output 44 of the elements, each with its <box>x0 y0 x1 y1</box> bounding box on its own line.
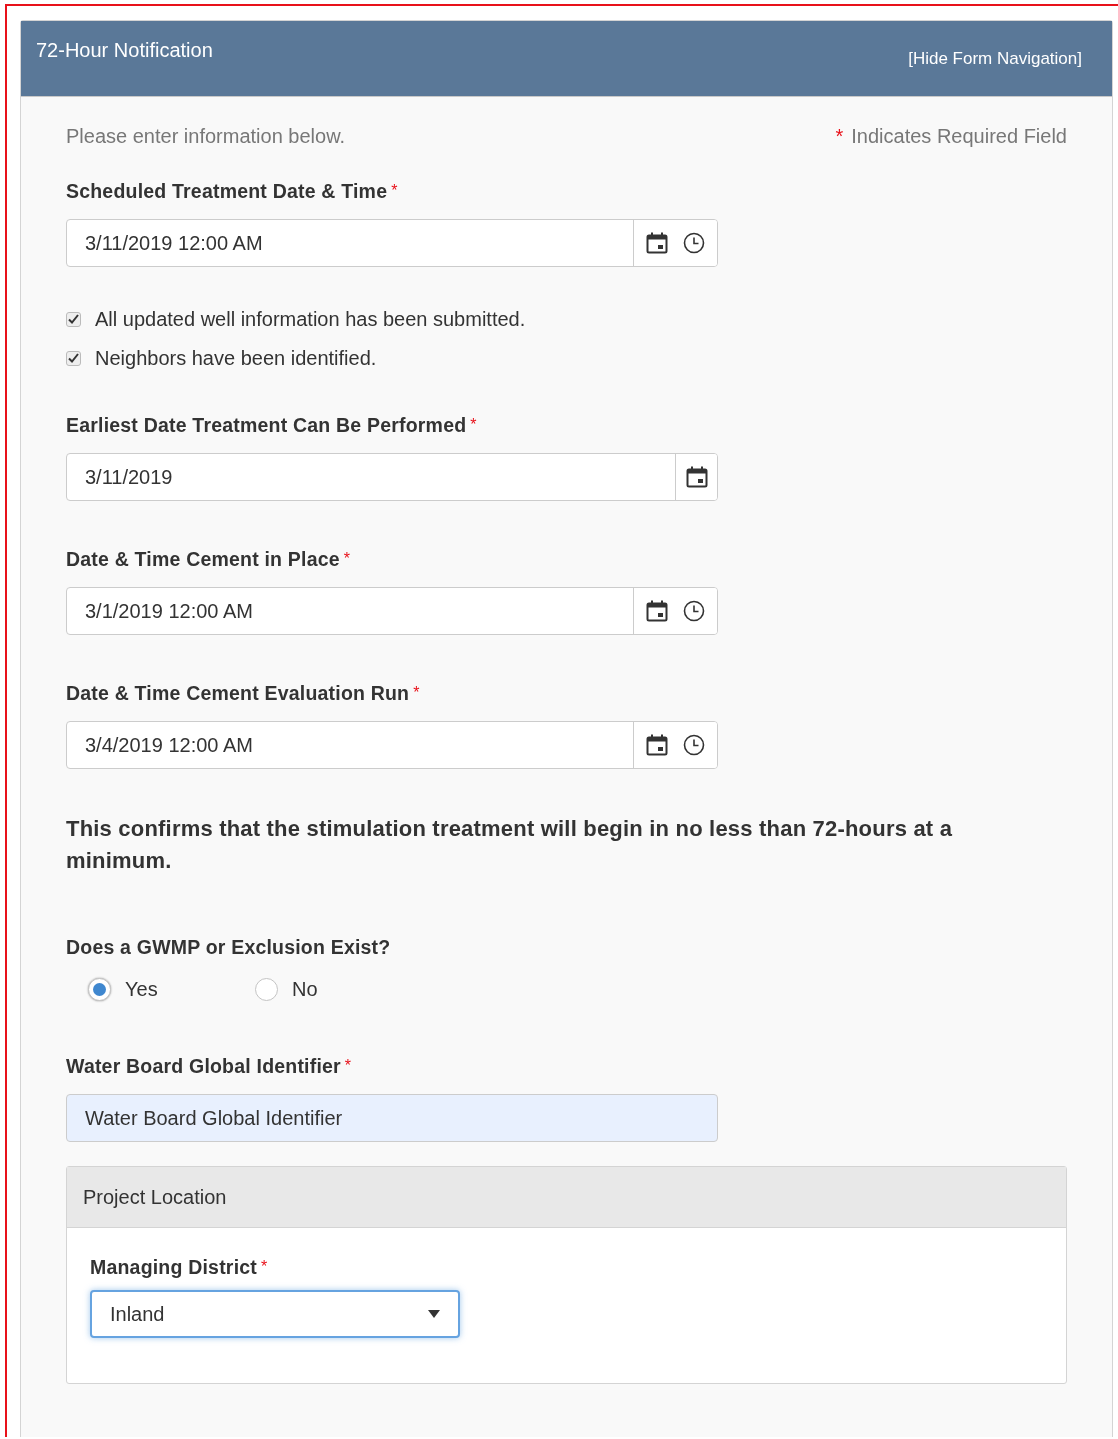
required-asterisk: * <box>343 549 351 569</box>
field-label: Earliest Date Treatment Can Be Performed <box>66 413 467 437</box>
field-label: Managing District <box>90 1255 257 1279</box>
field-label: Water Board Global Identifier <box>66 1054 341 1078</box>
required-asterisk: * <box>344 1056 352 1076</box>
checkmark-icon <box>68 353 79 363</box>
date-input-field[interactable]: 3/11/2019 <box>66 453 718 501</box>
field-label: Scheduled Treatment Date & Time <box>66 179 388 203</box>
radio-button[interactable] <box>88 977 111 1001</box>
field-label: Date & Time Cement Evaluation Run <box>66 681 410 705</box>
required-asterisk: * <box>470 415 477 435</box>
datetime-input-field[interactable]: 3/4/2019 12:00 AM <box>66 721 718 769</box>
caret-icon <box>428 1310 440 1318</box>
section-header: Project Location <box>67 1167 1066 1228</box>
datetime-input-field[interactable]: 3/1/2019 12:00 AM <box>66 587 718 635</box>
required-asterisk: * <box>391 181 398 201</box>
intro-text: Please enter information below. <box>66 124 346 149</box>
calendar-icon[interactable] <box>645 232 668 254</box>
calendar-icon[interactable] <box>645 734 668 756</box>
calendar-icon[interactable] <box>685 466 708 488</box>
confirmation-statement: This confirms that the stimulation treatment will begin in no less than 72-hours at a minimum. <box>66 815 954 875</box>
hide-navigation-link[interactable]: [Hide Form Navigation] <box>908 21 1082 96</box>
required-asterisk: * <box>261 1257 268 1277</box>
required-note: Indicates Required Field <box>851 124 1067 149</box>
checkbox[interactable] <box>66 311 81 327</box>
clock-icon[interactable] <box>683 600 706 622</box>
form-title: 72-Hour Notification <box>36 38 213 63</box>
datetime-input-field[interactable]: 3/11/2019 12:00 AM <box>66 219 718 267</box>
district-dropdown[interactable]: Inland <box>90 1290 460 1338</box>
calendar-icon[interactable] <box>645 600 668 622</box>
checkmark-icon <box>68 314 79 324</box>
radio-button[interactable] <box>255 977 278 1001</box>
field-label: Does a GWMP or Exclusion Exist? <box>66 935 391 959</box>
radio-label: Yes <box>125 977 158 1001</box>
radio-label: No <box>292 977 318 1001</box>
checkbox-label: Neighbors have been identified. <box>95 346 377 370</box>
clock-icon[interactable] <box>683 734 706 756</box>
checkbox[interactable] <box>66 350 81 366</box>
required-asterisk: * <box>835 124 844 149</box>
text-input-field[interactable]: Water Board Global Identifier <box>66 1094 718 1142</box>
checkbox-label: All updated well information has been submitted. <box>95 307 526 331</box>
clock-icon[interactable] <box>683 232 706 254</box>
required-asterisk: * <box>413 683 420 703</box>
field-label: Date & Time Cement in Place <box>66 547 340 571</box>
